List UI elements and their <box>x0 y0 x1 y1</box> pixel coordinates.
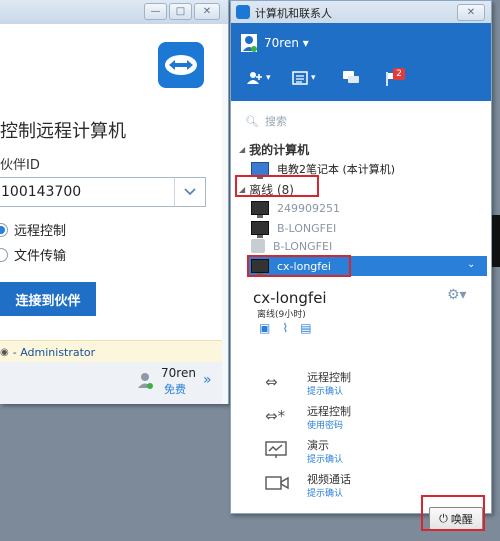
action-sub: 提示确认 <box>307 387 344 397</box>
search-placeholder: 搜索 <box>264 115 287 128</box>
collapse-icon: ◢ <box>239 145 246 154</box>
page-title: 控制远程计算机 <box>0 121 126 142</box>
chevron-down-icon[interactable]: ⌄ <box>467 259 475 270</box>
monitor-icon <box>251 162 269 179</box>
detail-name: cx-longfei <box>253 289 327 307</box>
detail-status: 离线(9小时) <box>257 310 306 320</box>
contacts-window-title: 计算机和联系人 <box>255 7 332 20</box>
notes-icon[interactable]: ▤ <box>300 321 311 335</box>
radio-remote-control[interactable]: 远程控制 <box>0 220 66 239</box>
chevron-down-icon[interactable] <box>174 178 205 206</box>
user-shield-icon: ◉ <box>0 346 9 358</box>
expand-icon[interactable]: » <box>203 372 212 388</box>
highlight-wake-button <box>421 495 485 531</box>
minimize-button[interactable]: — <box>144 3 167 20</box>
radio-selected-icon <box>0 222 8 237</box>
background-window-edge <box>492 215 500 267</box>
highlight-selected-item <box>247 255 351 277</box>
group-my-computers-label: 我的计算机 <box>249 143 310 157</box>
list-item[interactable]: B-LONGFEI <box>251 239 332 253</box>
action-remote-control-password[interactable]: ⇔* 远程控制 使用密码 <box>265 403 465 437</box>
list-item[interactable]: B-LONGFEI <box>251 221 337 238</box>
account-plan[interactable]: 免费 <box>164 381 186 397</box>
action-title: 演示 <box>307 439 329 452</box>
offline-item-label: B-LONGFEI <box>273 239 333 253</box>
chat-icon <box>343 71 359 83</box>
maximize-button[interactable]: □ <box>169 3 192 20</box>
close-button[interactable]: ✕ <box>194 3 220 20</box>
detail-quick-actions: ▣ ⌇ ▤ <box>259 321 312 335</box>
chat-button[interactable] <box>343 71 359 85</box>
remote-control-password-icon: ⇔* <box>265 407 286 425</box>
action-presentation[interactable]: 演示 提示确认 <box>265 437 465 471</box>
action-title: 远程控制 <box>307 405 351 418</box>
partner-id-input[interactable]: 100143700 <box>0 177 206 207</box>
contacts-titlebar: 计算机和联系人 ✕ <box>231 1 491 23</box>
action-sub: 提示确认 <box>307 455 344 465</box>
contacts-header: 70ren ▾ ▾ ▾ 2 <box>231 23 491 101</box>
connect-to-partner-button[interactable]: 连接到伙伴 <box>0 282 96 316</box>
close-button[interactable]: ✕ <box>457 4 485 21</box>
radio-file-transfer-label: 文件传输 <box>14 249 67 264</box>
account-avatar-icon <box>138 373 153 389</box>
offline-item-label: 249909251 <box>277 201 340 215</box>
group-my-computers[interactable]: ◢ 我的计算机 <box>239 141 309 158</box>
partner-id-label: 伙伴ID <box>0 158 40 173</box>
action-title: 视频通话 <box>307 473 351 486</box>
action-remote-control-confirm[interactable]: ⇔ 远程控制 提示确认 <box>265 369 465 403</box>
highlight-offline-group <box>235 175 319 197</box>
list-item[interactable]: 249909251 <box>251 201 340 218</box>
account-bar: 70ren 免费 » <box>0 362 222 404</box>
remote-control-icon: ⇔ <box>265 373 278 391</box>
add-contact-button[interactable]: ▾ <box>247 71 271 85</box>
teamviewer-main-window: — □ ✕ 控制远程计算机 伙伴ID 100143700 远程控制 文件传输 连… <box>0 0 229 404</box>
main-titlebar: — □ ✕ <box>0 0 228 24</box>
search-icon: 🔍︎ <box>245 114 259 128</box>
video-camera-icon <box>265 475 293 495</box>
monitor-icon <box>251 221 269 238</box>
chat-icon[interactable]: ▣ <box>259 321 270 335</box>
teamviewer-logo-icon <box>158 42 204 88</box>
action-title: 远程控制 <box>307 371 351 384</box>
search-input[interactable]: 🔍︎ 搜索 <box>245 113 287 129</box>
admin-bar: ◉ - Administrator <box>0 340 222 363</box>
monitor-icon <box>251 201 269 218</box>
offline-item-label: B-LONGFEI <box>277 221 337 235</box>
action-sub: 使用密码 <box>307 421 344 431</box>
user-icon <box>251 239 265 253</box>
gear-icon[interactable]: ⚙︎▾ <box>447 287 467 303</box>
presentation-icon <box>265 441 293 461</box>
radio-unselected-icon <box>0 247 8 262</box>
window-controls: — □ ✕ <box>144 3 220 20</box>
notification-badge: 2 <box>393 68 405 80</box>
contacts-body: 🔍︎ 搜索 ◢ 我的计算机 电教2笔记本 (本计算机) ◢ 离线 (8) 249… <box>231 101 491 531</box>
admin-text: - Administrator <box>12 345 96 359</box>
user-name[interactable]: 70ren ▾ <box>264 36 309 50</box>
main-content: 控制远程计算机 伙伴ID 100143700 远程控制 文件传输 连接到伙伴 ◉… <box>0 24 222 404</box>
partner-id-value: 100143700 <box>1 184 82 200</box>
radio-remote-control-label: 远程控制 <box>14 224 67 239</box>
user-avatar-icon[interactable] <box>241 34 257 52</box>
radio-file-transfer[interactable]: 文件传输 <box>0 245 66 264</box>
add-user-icon <box>247 72 262 84</box>
computers-contacts-window: 计算机和联系人 ✕ 70ren ▾ ▾ ▾ 2 🔍︎ 搜索 ◢ 我的计算机 电教… <box>230 0 492 531</box>
list-view-button[interactable]: ▾ <box>292 71 316 85</box>
account-name[interactable]: 70ren <box>161 366 196 380</box>
teamviewer-app-icon <box>236 5 250 19</box>
action-sub: 提示确认 <box>307 489 344 499</box>
paperclip-icon[interactable]: ⌇ <box>282 321 288 335</box>
list-icon <box>292 71 308 85</box>
